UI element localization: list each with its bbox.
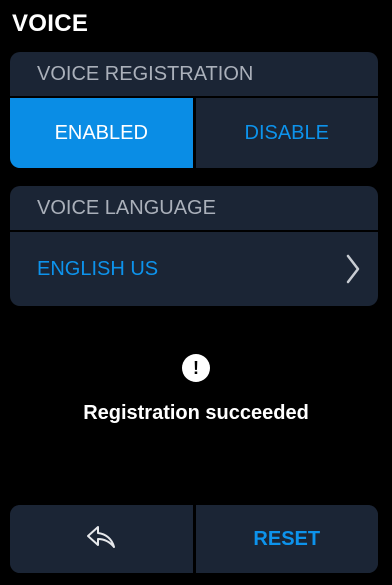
- voice-language-selector[interactable]: ENGLISH US: [10, 232, 378, 306]
- voice-language-value: ENGLISH US: [37, 257, 159, 280]
- voice-language-header: VOICE LANGUAGE: [37, 196, 216, 219]
- back-arrow-icon: [84, 523, 118, 556]
- exclamation-icon: !: [182, 354, 210, 382]
- status-message: ! Registration succeeded: [0, 354, 392, 425]
- voice-registration-toggle: ENABLED DISABLE: [10, 98, 378, 168]
- voice-language-card: VOICE LANGUAGE ENGLISH US: [10, 186, 378, 306]
- voice-registration-header: VOICE REGISTRATION: [37, 62, 254, 85]
- back-button[interactable]: [10, 505, 193, 573]
- voice-settings-screen: VOICE VOICE REGISTRATION ENABLED DISABLE…: [0, 0, 392, 585]
- enabled-option[interactable]: ENABLED: [10, 98, 193, 168]
- bottom-action-bar: RESET: [10, 505, 378, 573]
- page-title: VOICE: [12, 10, 89, 37]
- chevron-right-icon: [346, 254, 360, 284]
- disable-option[interactable]: DISABLE: [195, 98, 378, 168]
- status-message-text: Registration succeeded: [83, 402, 309, 424]
- reset-button[interactable]: RESET: [195, 505, 378, 573]
- voice-registration-card: VOICE REGISTRATION ENABLED DISABLE: [10, 52, 378, 168]
- reset-label: RESET: [253, 527, 321, 550]
